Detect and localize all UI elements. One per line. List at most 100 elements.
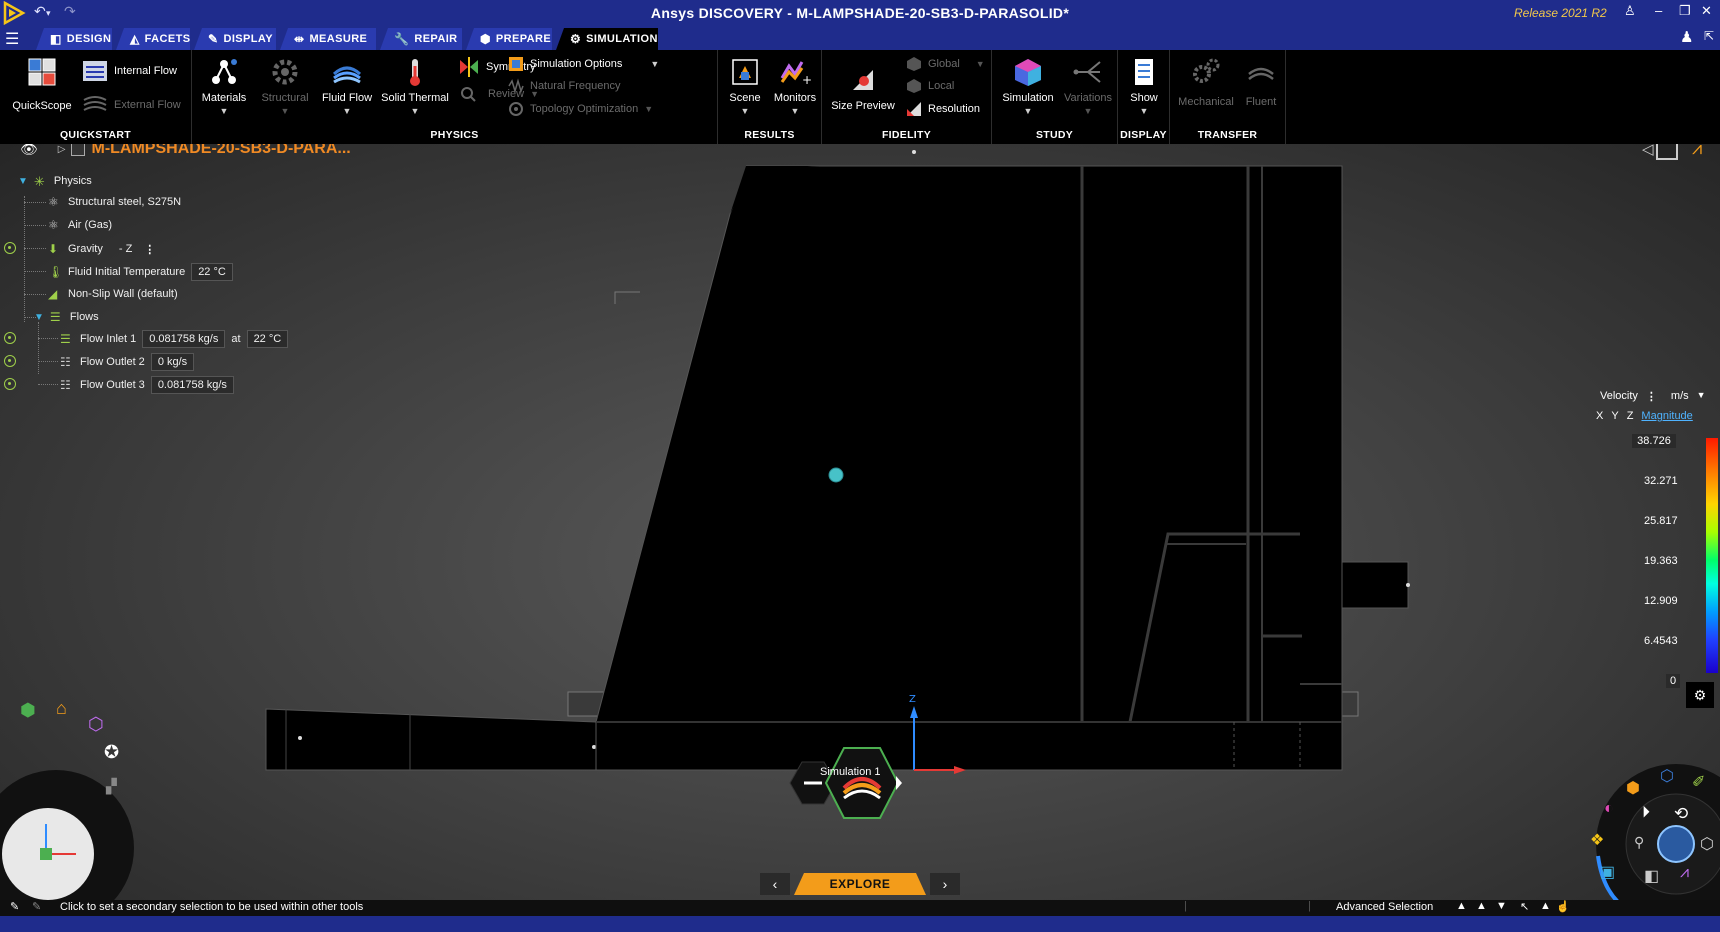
results-chart-icon[interactable]: ⩘	[1680, 864, 1689, 882]
hand-cursor-icon[interactable]: ☝	[1556, 900, 1570, 913]
gravity-direction-value[interactable]: - Z	[113, 240, 138, 258]
tab-simulation[interactable]: ⚙ Simulation	[556, 28, 658, 50]
pin-icon[interactable]: ⇱	[1704, 29, 1714, 43]
monitors-dropdown-icon[interactable]: ▼	[768, 106, 822, 116]
collapse-arrow-icon[interactable]: ▼	[18, 176, 28, 187]
fluid-flow-button[interactable]: Fluid Flow ▼	[316, 56, 378, 116]
size-preview-button[interactable]: Size Preview	[828, 64, 898, 112]
simulation-options-dropdown-icon[interactable]: ▼	[650, 59, 659, 69]
simulation-dropdown-icon[interactable]: ▼	[996, 106, 1060, 116]
tree-item-fluid-temp[interactable]: 🌡 Fluid Initial Temperature 22 °C	[48, 263, 233, 281]
edit-view-icon[interactable]: ✐	[1692, 772, 1705, 792]
more-options-icon[interactable]: ⋮	[1646, 390, 1657, 403]
view-manager-icon[interactable]	[1656, 144, 1678, 160]
global-dropdown-icon[interactable]: ▼	[976, 59, 985, 69]
legend-settings-icon[interactable]: ⚙	[1686, 682, 1714, 708]
mechanical-button[interactable]: Mechanical	[1174, 56, 1238, 108]
fit-view-icon[interactable]: ✪	[104, 742, 119, 763]
internal-flow-button[interactable]: Internal Flow	[82, 60, 177, 82]
unit-dropdown-icon[interactable]: ▼	[1697, 390, 1706, 403]
tab-prepare[interactable]: ⬢ Prepare	[466, 28, 552, 50]
wireframe-icon[interactable]: ⬡	[1700, 834, 1714, 854]
topology-optimization-button[interactable]: Topology Optimization ▼	[508, 101, 653, 117]
tree-item-material-air[interactable]: ⚛ Air (Gas)	[48, 218, 112, 232]
target-icon[interactable]	[4, 332, 16, 344]
structural-button[interactable]: Structural ▼	[254, 56, 316, 116]
legend-max-value[interactable]: 38.726	[1632, 434, 1676, 448]
legend-min-value[interactable]: 0	[1666, 674, 1680, 688]
edit-icon[interactable]: ✎	[10, 900, 19, 913]
cursor-icon[interactable]: ↖	[1520, 900, 1529, 913]
collapse-arrow-icon[interactable]: ▼	[34, 312, 44, 323]
legend-quantity[interactable]: Velocity	[1600, 390, 1638, 403]
target-icon[interactable]	[4, 378, 16, 390]
target-icon[interactable]	[4, 355, 16, 367]
external-flow-button[interactable]: External Flow	[82, 94, 181, 116]
scene-dropdown-icon[interactable]: ▼	[722, 106, 768, 116]
show-button[interactable]: Show ▼	[1122, 56, 1166, 116]
fluent-button[interactable]: Fluent	[1238, 56, 1284, 108]
user-icon[interactable]: ♟	[1680, 28, 1693, 46]
outlet3-mass-flow-field[interactable]: 0.081758 kg/s	[150, 376, 234, 394]
scene-button[interactable]: Scene ▼	[722, 56, 768, 116]
cube-view-icon[interactable]: ⬢	[1626, 778, 1640, 798]
materials-dropdown-icon[interactable]: ▼	[196, 106, 252, 116]
legend-axis-z[interactable]: Z	[1627, 410, 1634, 422]
show-dropdown-icon[interactable]: ▼	[1122, 106, 1166, 116]
restore-button[interactable]: ❐	[1679, 3, 1691, 19]
fluid-temp-field[interactable]: 22 °C	[191, 263, 233, 281]
collapse-left-icon[interactable]: ◁	[1642, 144, 1654, 158]
tab-measure[interactable]: ⇹ Measure	[280, 28, 376, 50]
play-icon[interactable]: ⏵	[1642, 804, 1650, 822]
next-stage-button[interactable]: ›	[930, 873, 960, 895]
minimize-button[interactable]: –	[1655, 3, 1662, 18]
model-cube-widget[interactable]	[0, 764, 140, 900]
quickscope-button[interactable]: QuickScope	[10, 56, 74, 112]
purple-cube-icon[interactable]: ⬡	[88, 714, 104, 735]
previous-stage-button[interactable]: ‹	[760, 873, 790, 895]
advanced-selection[interactable]: Advanced Selection	[1336, 901, 1433, 913]
simulation-button[interactable]: Simulation ▼	[996, 56, 1060, 116]
tree-item-wall[interactable]: ◢ Non-Slip Wall (default)	[48, 287, 178, 301]
select-up-alt-icon[interactable]: ▲	[1476, 900, 1487, 912]
simulation-hex-control[interactable]	[786, 744, 906, 822]
simulation-options-button[interactable]: Simulation Options ▼	[508, 56, 659, 72]
selection-sphere[interactable]	[828, 467, 844, 483]
solid-thermal-button[interactable]: Solid Thermal ▼	[378, 56, 452, 116]
outlet-duct[interactable]	[1341, 561, 1409, 609]
tree-physics-row[interactable]: ▼ ✳ Physics	[18, 174, 92, 189]
tab-display[interactable]: ✎ Display	[194, 28, 276, 50]
tree-flow-outlet-2[interactable]: ☷ Flow Outlet 2 0 kg/s	[60, 353, 195, 371]
legend-magnitude[interactable]: Magnitude	[1641, 410, 1692, 422]
mesh-icon[interactable]: ❖	[1590, 830, 1604, 850]
select-down-icon[interactable]: ▼	[1496, 900, 1507, 912]
tree-flows-row[interactable]: ▼ ☰ Flows	[34, 310, 99, 324]
tab-repair[interactable]: 🔧 Repair	[380, 28, 462, 50]
edit-secondary-icon[interactable]: ✎	[32, 900, 41, 913]
cursor-up-icon[interactable]: ▲	[1540, 900, 1551, 912]
tree-item-material-steel[interactable]: ⚛ Structural steel, S275N	[48, 195, 181, 209]
global-button[interactable]: Global ▼	[906, 56, 985, 72]
tree-flow-outlet-3[interactable]: ☷ Flow Outlet 3 0.081758 kg/s	[60, 376, 234, 394]
section-icon[interactable]: ◧	[1644, 866, 1659, 886]
tree-flow-inlet-1[interactable]: ☰ Flow Inlet 1 0.081758 kg/s at 22 °C	[60, 330, 289, 348]
zoom-icon[interactable]: ⚲	[1634, 834, 1644, 851]
monitors-button[interactable]: + Monitors ▼	[768, 56, 822, 116]
solid-thermal-dropdown-icon[interactable]: ▼	[378, 106, 452, 116]
natural-frequency-button[interactable]: Natural Frequency	[508, 78, 621, 94]
lampshade-body[interactable]	[595, 165, 1343, 771]
legend-axis-y[interactable]: Y	[1611, 410, 1618, 422]
help-icon[interactable]: ♙	[1624, 3, 1636, 19]
grid-icon[interactable]: ▞	[106, 778, 117, 795]
close-button[interactable]: ✕	[1701, 3, 1712, 19]
select-up-icon[interactable]: ▲	[1456, 900, 1467, 912]
menu-icon[interactable]: ☰	[5, 29, 19, 49]
explore-stage-button[interactable]: Explore	[794, 873, 926, 895]
inlet-duct[interactable]	[265, 708, 597, 771]
tree-item-gravity[interactable]: ⬇ Gravity - Z ⋮	[48, 240, 155, 258]
green-cube-icon[interactable]: ⬢	[20, 700, 36, 721]
local-button[interactable]: Local	[906, 78, 954, 94]
legend-axis-x[interactable]: X	[1596, 410, 1603, 422]
screenshot-icon[interactable]: ▣	[1600, 862, 1615, 882]
inlet-temp-field[interactable]: 22 °C	[246, 330, 289, 348]
